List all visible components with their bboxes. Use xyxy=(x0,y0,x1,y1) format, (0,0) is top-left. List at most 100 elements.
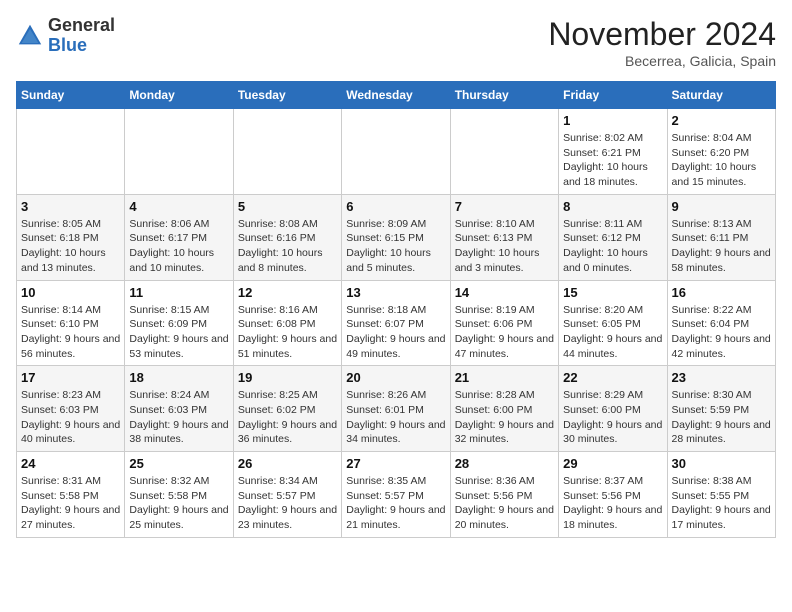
month-title: November 2024 xyxy=(548,16,776,53)
day-info: Sunrise: 8:35 AMSunset: 5:57 PMDaylight:… xyxy=(346,474,445,533)
day-number: 30 xyxy=(672,456,771,471)
calendar-cell: 28 Sunrise: 8:36 AMSunset: 5:56 PMDayligh… xyxy=(450,452,558,538)
day-number: 8 xyxy=(563,199,662,214)
calendar-cell xyxy=(125,109,233,195)
weekday-header-sunday: Sunday xyxy=(17,82,125,109)
day-info: Sunrise: 8:05 AMSunset: 6:18 PMDaylight:… xyxy=(21,217,120,276)
calendar-cell: 20Sunrise: 8:26 AMSunset: 6:01 PMDayligh… xyxy=(342,366,450,452)
day-number: 17 xyxy=(21,370,120,385)
title-block: November 2024 Becerrea, Galicia, Spain xyxy=(548,16,776,69)
calendar-cell xyxy=(17,109,125,195)
day-number: 16 xyxy=(672,285,771,300)
day-info: Sunrise: 8:16 AMSunset: 6:08 PMDaylight:… xyxy=(238,303,337,362)
day-info: Sunrise: 8:09 AMSunset: 6:15 PMDaylight:… xyxy=(346,217,445,276)
day-number: 9 xyxy=(672,199,771,214)
weekday-header-row: SundayMondayTuesdayWednesdayThursdayFrid… xyxy=(17,82,776,109)
calendar-body: 1Sunrise: 8:02 AMSunset: 6:21 PMDaylight… xyxy=(17,109,776,538)
calendar-week-3: 10 Sunrise: 8:14 AMSunset: 6:10 PMDayligh… xyxy=(17,280,776,366)
day-number: 20 xyxy=(346,370,445,385)
calendar-cell: 10 Sunrise: 8:14 AMSunset: 6:10 PMDayligh… xyxy=(17,280,125,366)
calendar-cell: 7Sunrise: 8:10 AMSunset: 6:13 PMDaylight… xyxy=(450,194,558,280)
day-number: 24 xyxy=(21,456,120,471)
logo-general: General xyxy=(48,15,115,35)
day-info: Sunrise: 8:04 AMSunset: 6:20 PMDaylight:… xyxy=(672,131,771,190)
day-info: Sunrise: 8:37 AMSunset: 5:56 PMDaylight:… xyxy=(563,474,662,533)
calendar-cell: 6 Sunrise: 8:09 AMSunset: 6:15 PMDaylight… xyxy=(342,194,450,280)
day-info: Sunrise: 8:08 AMSunset: 6:16 PMDaylight:… xyxy=(238,217,337,276)
day-info: Sunrise: 8:22 AMSunset: 6:04 PMDaylight:… xyxy=(672,303,771,362)
calendar-cell xyxy=(342,109,450,195)
day-info: Sunrise: 8:38 AMSunset: 5:55 PMDaylight:… xyxy=(672,474,771,533)
day-info: Sunrise: 8:32 AMSunset: 5:58 PMDaylight:… xyxy=(129,474,228,533)
day-info: Sunrise: 8:36 AMSunset: 5:56 PMDaylight:… xyxy=(455,474,554,533)
calendar-cell: 21 Sunrise: 8:28 AMSunset: 6:00 PMDayligh… xyxy=(450,366,558,452)
calendar-cell: 18 Sunrise: 8:24 AMSunset: 6:03 PMDayligh… xyxy=(125,366,233,452)
calendar-table: SundayMondayTuesdayWednesdayThursdayFrid… xyxy=(16,81,776,538)
day-info: Sunrise: 8:11 AMSunset: 6:12 PMDaylight:… xyxy=(563,217,662,276)
logo-blue: Blue xyxy=(48,35,87,55)
calendar-cell: 26Sunrise: 8:34 AMSunset: 5:57 PMDayligh… xyxy=(233,452,341,538)
day-info: Sunrise: 8:13 AMSunset: 6:11 PMDaylight:… xyxy=(672,217,771,276)
day-number: 6 xyxy=(346,199,445,214)
calendar-week-2: 3 Sunrise: 8:05 AMSunset: 6:18 PMDaylight… xyxy=(17,194,776,280)
calendar-cell: 8 Sunrise: 8:11 AMSunset: 6:12 PMDaylight… xyxy=(559,194,667,280)
weekday-header-tuesday: Tuesday xyxy=(233,82,341,109)
day-info: Sunrise: 8:25 AMSunset: 6:02 PMDaylight:… xyxy=(238,388,337,447)
day-number: 10 xyxy=(21,285,120,300)
logo: General Blue xyxy=(16,16,115,56)
day-number: 4 xyxy=(129,199,228,214)
calendar-cell: 23 Sunrise: 8:30 AMSunset: 5:59 PMDayligh… xyxy=(667,366,775,452)
calendar-cell: 9 Sunrise: 8:13 AMSunset: 6:11 PMDaylight… xyxy=(667,194,775,280)
day-number: 27 xyxy=(346,456,445,471)
calendar-cell: 24 Sunrise: 8:31 AMSunset: 5:58 PMDayligh… xyxy=(17,452,125,538)
day-number: 29 xyxy=(563,456,662,471)
day-info: Sunrise: 8:34 AMSunset: 5:57 PMDaylight:… xyxy=(238,474,337,533)
calendar-cell: 13 Sunrise: 8:18 AMSunset: 6:07 PMDayligh… xyxy=(342,280,450,366)
calendar-cell: 19 Sunrise: 8:25 AMSunset: 6:02 PMDayligh… xyxy=(233,366,341,452)
page-header: General Blue November 2024 Becerrea, Gal… xyxy=(16,16,776,69)
day-number: 28 xyxy=(455,456,554,471)
calendar-cell xyxy=(450,109,558,195)
day-number: 13 xyxy=(346,285,445,300)
weekday-header-thursday: Thursday xyxy=(450,82,558,109)
day-number: 12 xyxy=(238,285,337,300)
day-info: Sunrise: 8:28 AMSunset: 6:00 PMDaylight:… xyxy=(455,388,554,447)
weekday-header-friday: Friday xyxy=(559,82,667,109)
calendar-week-4: 17Sunrise: 8:23 AMSunset: 6:03 PMDayligh… xyxy=(17,366,776,452)
day-number: 25 xyxy=(129,456,228,471)
calendar-cell xyxy=(233,109,341,195)
day-number: 11 xyxy=(129,285,228,300)
day-info: Sunrise: 8:18 AMSunset: 6:07 PMDaylight:… xyxy=(346,303,445,362)
day-info: Sunrise: 8:20 AMSunset: 6:05 PMDaylight:… xyxy=(563,303,662,362)
day-number: 23 xyxy=(672,370,771,385)
weekday-header-monday: Monday xyxy=(125,82,233,109)
calendar-cell: 4 Sunrise: 8:06 AMSunset: 6:17 PMDaylight… xyxy=(125,194,233,280)
day-info: Sunrise: 8:06 AMSunset: 6:17 PMDaylight:… xyxy=(129,217,228,276)
calendar-cell: 25 Sunrise: 8:32 AMSunset: 5:58 PMDayligh… xyxy=(125,452,233,538)
calendar-cell: 11 Sunrise: 8:15 AMSunset: 6:09 PMDayligh… xyxy=(125,280,233,366)
day-info: Sunrise: 8:10 AMSunset: 6:13 PMDaylight:… xyxy=(455,217,554,276)
day-info: Sunrise: 8:24 AMSunset: 6:03 PMDaylight:… xyxy=(129,388,228,447)
calendar-week-1: 1Sunrise: 8:02 AMSunset: 6:21 PMDaylight… xyxy=(17,109,776,195)
calendar-cell: 29 Sunrise: 8:37 AMSunset: 5:56 PMDayligh… xyxy=(559,452,667,538)
calendar-cell: 1Sunrise: 8:02 AMSunset: 6:21 PMDaylight… xyxy=(559,109,667,195)
day-info: Sunrise: 8:02 AMSunset: 6:21 PMDaylight:… xyxy=(563,131,662,190)
calendar-cell: 15Sunrise: 8:20 AMSunset: 6:05 PMDayligh… xyxy=(559,280,667,366)
day-number: 21 xyxy=(455,370,554,385)
day-number: 2 xyxy=(672,113,771,128)
location: Becerrea, Galicia, Spain xyxy=(548,53,776,69)
day-number: 22 xyxy=(563,370,662,385)
calendar-week-5: 24 Sunrise: 8:31 AMSunset: 5:58 PMDayligh… xyxy=(17,452,776,538)
day-info: Sunrise: 8:30 AMSunset: 5:59 PMDaylight:… xyxy=(672,388,771,447)
weekday-header-wednesday: Wednesday xyxy=(342,82,450,109)
day-info: Sunrise: 8:31 AMSunset: 5:58 PMDaylight:… xyxy=(21,474,120,533)
day-number: 19 xyxy=(238,370,337,385)
day-number: 5 xyxy=(238,199,337,214)
calendar-cell: 16 Sunrise: 8:22 AMSunset: 6:04 PMDayligh… xyxy=(667,280,775,366)
day-number: 18 xyxy=(129,370,228,385)
day-info: Sunrise: 8:15 AMSunset: 6:09 PMDaylight:… xyxy=(129,303,228,362)
day-info: Sunrise: 8:14 AMSunset: 6:10 PMDaylight:… xyxy=(21,303,120,362)
calendar-cell: 12 Sunrise: 8:16 AMSunset: 6:08 PMDayligh… xyxy=(233,280,341,366)
day-info: Sunrise: 8:29 AMSunset: 6:00 PMDaylight:… xyxy=(563,388,662,447)
day-number: 3 xyxy=(21,199,120,214)
